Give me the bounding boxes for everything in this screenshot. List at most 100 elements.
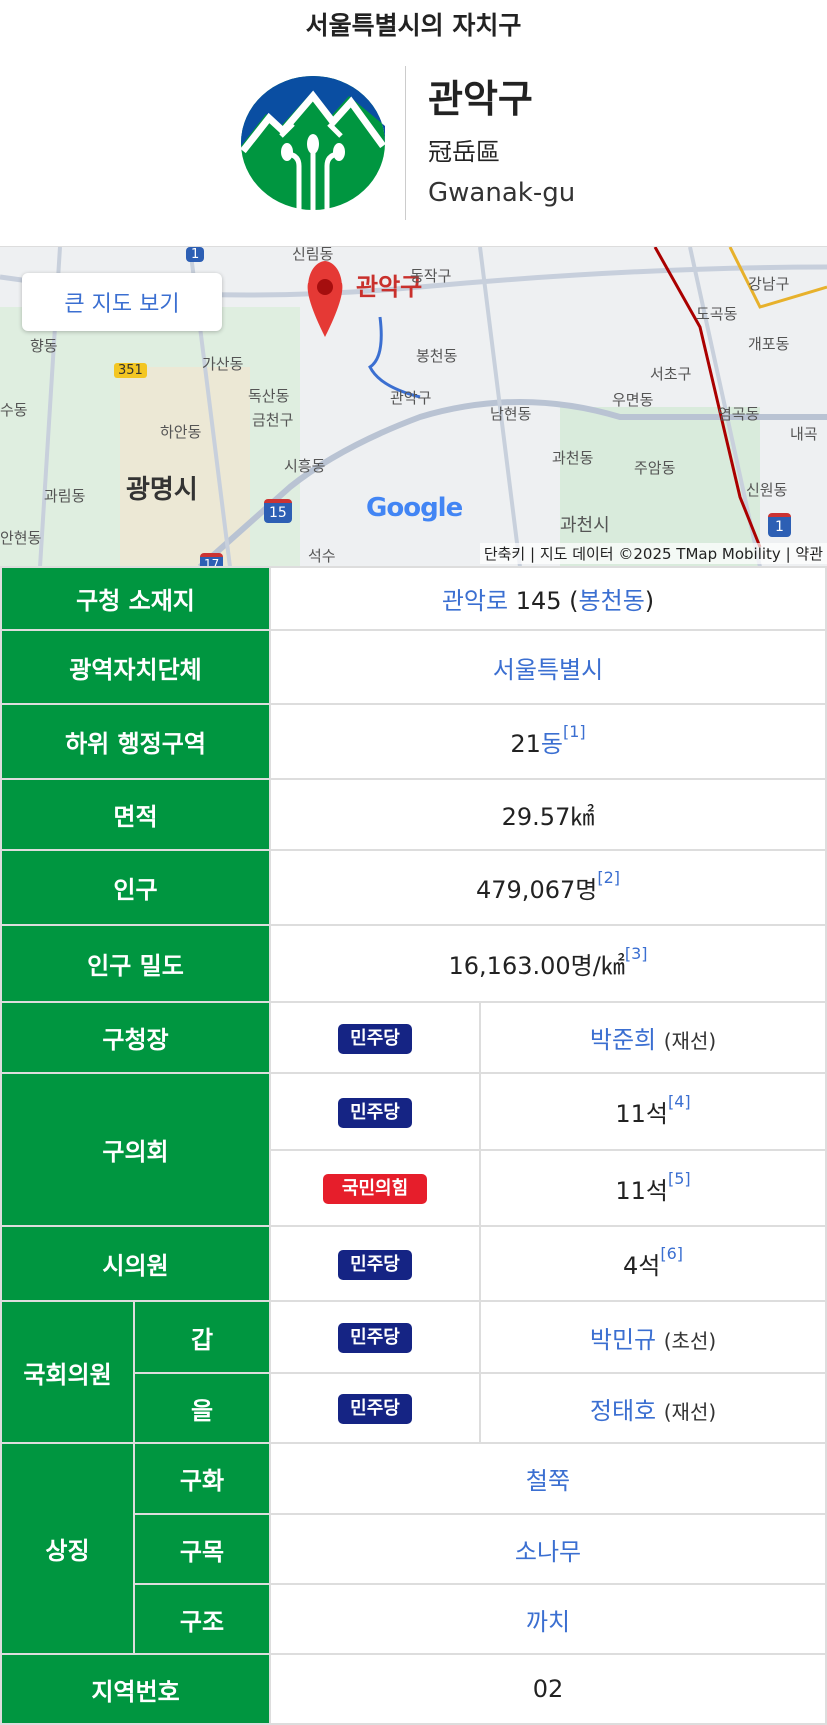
term-note: (재선) <box>663 1029 717 1053</box>
seat-count: 4석 <box>622 1252 661 1280</box>
map-label: 도곡동 <box>696 305 738 323</box>
democratic-party-badge[interactable]: 민주당 <box>338 1249 413 1280</box>
reference-link[interactable]: [3] <box>625 944 648 963</box>
density-value: 16,163.00명/㎢ <box>448 952 625 980</box>
table-row: 구의회 민주당 11석[4] <box>0 1072 827 1227</box>
seat-count: 11석 <box>615 1100 668 1128</box>
area-code-value: 02 <box>269 1653 827 1725</box>
seat-count: 11석 <box>615 1176 668 1205</box>
highway-shield-icon: 15 <box>264 499 292 523</box>
map-label: 석수 <box>308 547 336 565</box>
row-label: 상징 <box>0 1442 135 1655</box>
symbol-link[interactable]: 철쭉 <box>526 1467 570 1495</box>
highway-shield-icon: 17 <box>200 553 224 566</box>
row-label: 광역자치단체 <box>0 629 272 705</box>
keyboard-shortcuts-link[interactable]: 단축키 <box>484 545 525 563</box>
symbol-link[interactable]: 까치 <box>526 1608 570 1636</box>
table-row: 구청장 민주당 박준희 (재선) <box>0 1001 827 1074</box>
map-label: 신원동 <box>746 481 788 499</box>
google-logo: Google <box>366 493 463 523</box>
dong-link[interactable]: 봉천동 <box>579 587 645 615</box>
symbol-kind: 구목 <box>132 1513 272 1585</box>
map-label: 금천구 <box>252 411 294 429</box>
reference-link[interactable]: [5] <box>668 1169 691 1188</box>
row-label: 인구 밀도 <box>0 924 272 1003</box>
map-label: 과천시 <box>560 515 610 536</box>
map-label: 서초구 <box>650 365 692 383</box>
map-label: 시흥동 <box>284 457 326 475</box>
district-name-hanja: 冠岳區 <box>428 138 500 166</box>
gwanak-emblem-logo <box>241 76 385 210</box>
population-value: 479,067명 <box>476 876 598 904</box>
office-location-value: 관악로 145 (봉천동) <box>269 566 827 631</box>
reference-link[interactable]: [4] <box>668 1092 691 1111</box>
terms-link[interactable]: 약관 <box>795 545 823 563</box>
democratic-party-badge[interactable]: 민주당 <box>338 1323 413 1353</box>
road-link[interactable]: 관악로 <box>442 587 508 615</box>
table-row: 국회의원 갑 민주당 박민규 (초선) <box>0 1300 827 1444</box>
map-label: 동작구 <box>410 267 452 285</box>
democratic-party-badge[interactable]: 민주당 <box>338 1023 413 1054</box>
infobox-title: 서울특별시의 자치구 <box>305 11 522 40</box>
symbol-kind: 구화 <box>132 1442 272 1515</box>
table-row: 인구 밀도 16,163.00명/㎢[3] <box>0 924 827 1003</box>
row-label: 인구 <box>0 849 272 926</box>
embedded-map[interactable]: 큰 지도 보기 관악구 신림동 동작구 강남구 도곡동 개포동 봉천동 서초구 … <box>0 246 827 566</box>
map-label: 남현동 <box>490 405 532 423</box>
header-divider <box>405 66 406 220</box>
map-label-city: 광명시 <box>126 475 198 505</box>
reference-link[interactable]: [2] <box>597 868 620 887</box>
paren: ) <box>644 587 655 615</box>
map-label: 관악구 <box>390 389 432 407</box>
map-label: 과림동 <box>44 487 86 505</box>
row-label: 시의원 <box>0 1225 272 1302</box>
dong-unit-link[interactable]: 동 <box>541 730 563 758</box>
district-name-english: Gwanak-gu <box>428 178 576 208</box>
democratic-party-badge[interactable]: 민주당 <box>338 1394 413 1424</box>
map-label: 개포동 <box>748 335 790 353</box>
district-label: 을 <box>132 1372 272 1444</box>
mayor-name-link[interactable]: 박준희 <box>590 1026 656 1054</box>
map-label: 우면동 <box>612 391 654 409</box>
row-label: 면적 <box>0 778 272 851</box>
symbol-link[interactable]: 소나무 <box>515 1538 581 1566</box>
table-row: 구청 소재지 관악로 145 (봉천동) <box>0 566 827 631</box>
lawmaker-name-link[interactable]: 정태호 <box>590 1397 656 1425</box>
area-value: 29.57㎢ <box>269 778 827 851</box>
map-label: 봉천동 <box>416 347 458 365</box>
democratic-party-badge[interactable]: 민주당 <box>338 1097 413 1128</box>
address-number: 145 ( <box>508 587 579 615</box>
district-name-korean: 관악구 <box>428 77 533 121</box>
map-label: 독산동 <box>248 387 290 405</box>
map-attribution: 단축키 | 지도 데이터 ©2025 TMap Mobility | 약관 <box>479 543 827 564</box>
row-label: 구청 소재지 <box>0 566 272 631</box>
map-label: 신림동 <box>292 246 334 263</box>
map-label: 염곡동 <box>718 405 760 423</box>
reference-link[interactable]: [6] <box>660 1244 683 1263</box>
highway-shield-icon: 1 <box>768 513 791 537</box>
map-label: 수동 <box>0 401 28 419</box>
table-row: 하위 행정구역 21동[1] <box>0 703 827 780</box>
map-label: 안현동 <box>0 529 42 547</box>
reference-link[interactable]: [1] <box>563 722 586 741</box>
table-row: 상징 구화 철쭉 <box>0 1442 827 1655</box>
people-power-party-badge[interactable]: 국민의힘 <box>323 1174 428 1204</box>
metro-link[interactable]: 서울특별시 <box>493 656 603 684</box>
map-data-credit: 지도 데이터 ©2025 TMap Mobility <box>539 545 781 563</box>
term-note: (재선) <box>663 1399 717 1424</box>
row-label: 하위 행정구역 <box>0 703 272 780</box>
view-large-map-button[interactable]: 큰 지도 보기 <box>22 273 222 331</box>
lawmaker-name-link[interactable]: 박민규 <box>590 1326 656 1354</box>
term-note: (초선) <box>663 1328 717 1353</box>
row-label: 지역번호 <box>0 1653 272 1725</box>
map-label: 내곡 <box>790 425 818 443</box>
infobox-table: 구청 소재지 관악로 145 (봉천동) 광역자치단체 서울특별시 하위 행정구… <box>0 566 827 1725</box>
row-label: 구의회 <box>0 1072 272 1227</box>
map-label: 가산동 <box>202 355 244 373</box>
table-row: 시의원 민주당 4석[6] <box>0 1225 827 1302</box>
map-label: 과천동 <box>552 449 594 467</box>
table-row: 지역번호 02 <box>0 1653 827 1725</box>
district-label: 갑 <box>132 1300 272 1374</box>
row-label: 구청장 <box>0 1001 272 1074</box>
map-label: 향동 <box>30 337 58 355</box>
